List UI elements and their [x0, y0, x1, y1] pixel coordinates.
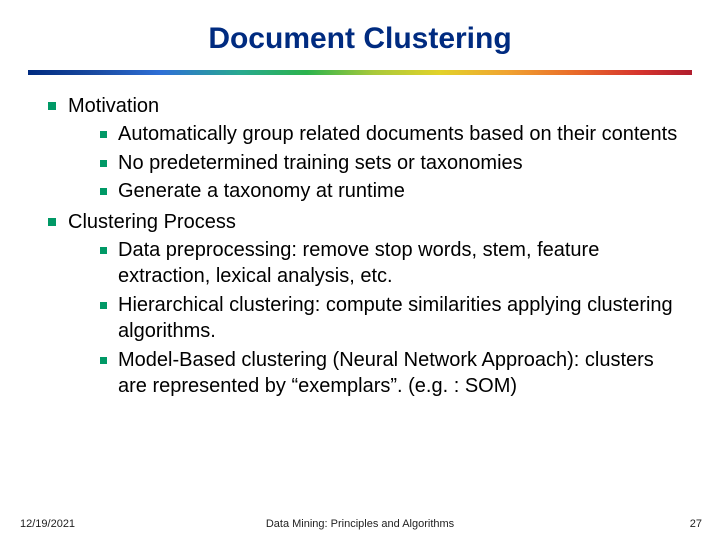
- bullet-motivation: Motivation Automatically group related d…: [42, 93, 678, 205]
- slide-title: Document Clustering: [0, 0, 720, 62]
- sub-bullet: Automatically group related documents ba…: [96, 121, 678, 147]
- slide-footer: 12/19/2021 Data Mining: Principles and A…: [0, 514, 720, 530]
- sub-bullet: Hierarchical clustering: compute similar…: [96, 292, 678, 345]
- slide-content: Motivation Automatically group related d…: [0, 75, 720, 399]
- footer-page-number: 27: [690, 518, 702, 530]
- sub-bullet: No predetermined training sets or taxono…: [96, 150, 678, 176]
- bullet-label: Motivation: [68, 95, 159, 117]
- footer-title: Data Mining: Principles and Algorithms: [0, 518, 720, 530]
- sub-bullet: Data preprocessing: remove stop words, s…: [96, 237, 678, 290]
- sub-bullet: Model-Based clustering (Neural Network A…: [96, 347, 678, 400]
- sub-bullet: Generate a taxonomy at runtime: [96, 178, 678, 204]
- bullet-process: Clustering Process Data preprocessing: r…: [42, 209, 678, 400]
- bullet-label: Clustering Process: [68, 211, 236, 233]
- slide: Document Clustering Motivation Automatic…: [0, 0, 720, 540]
